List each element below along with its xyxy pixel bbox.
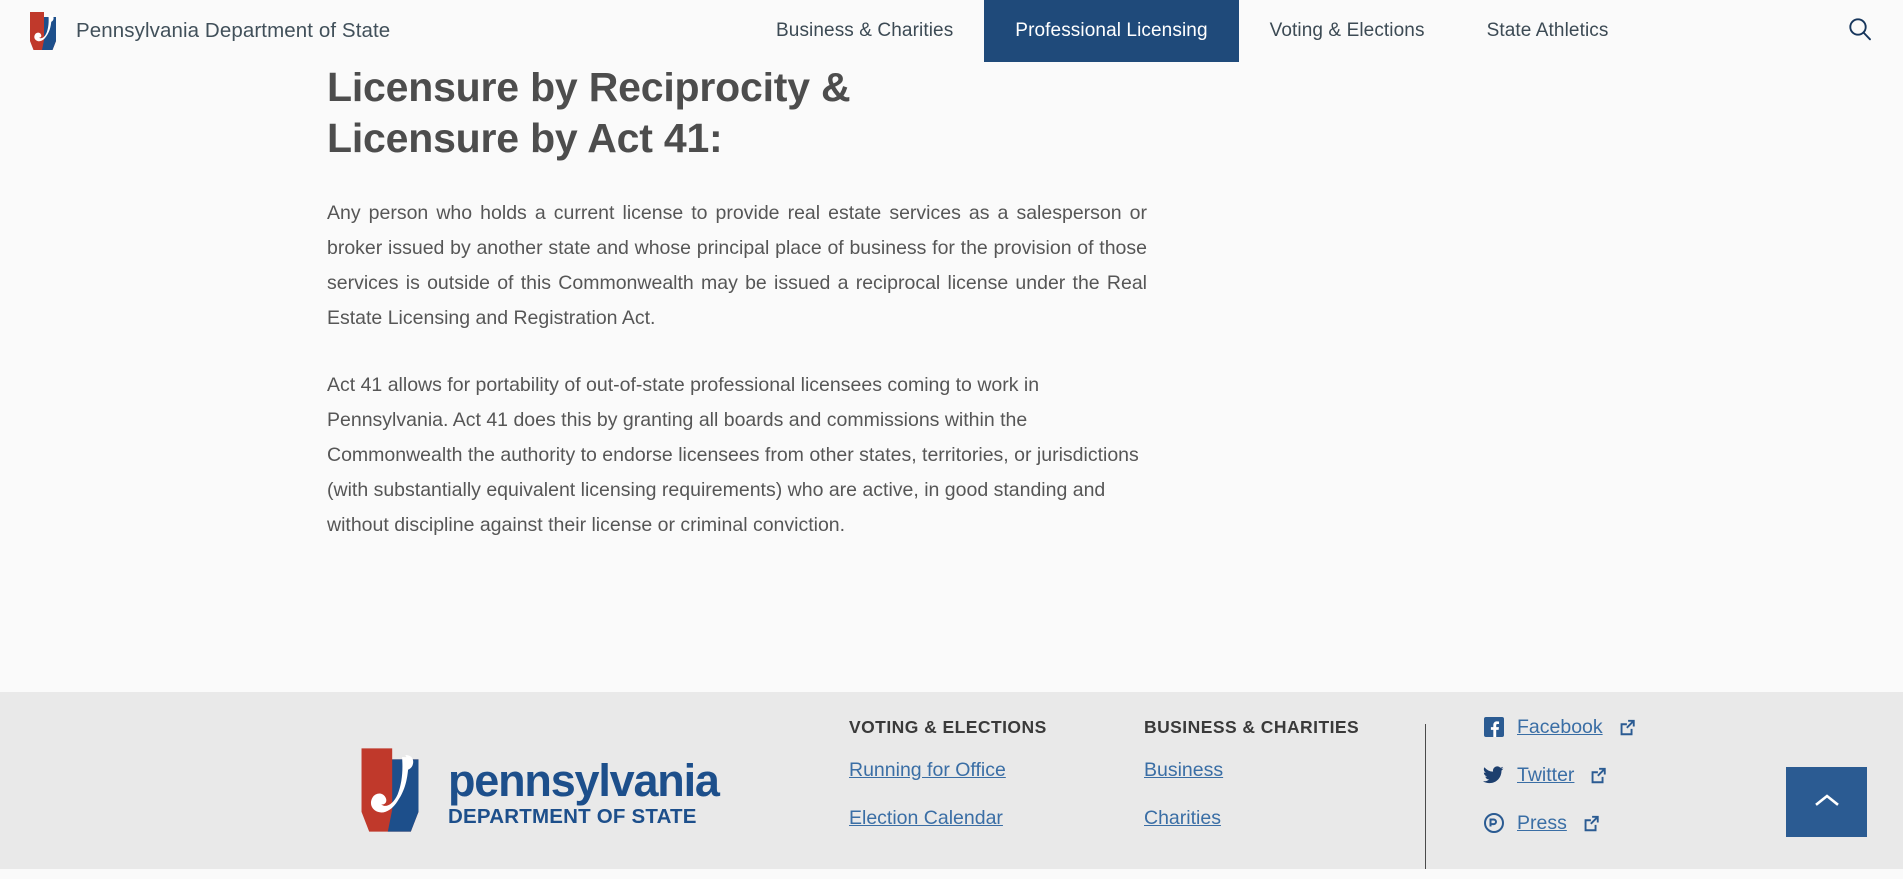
external-link-icon	[1590, 767, 1607, 784]
nav-item-professional-licensing[interactable]: Professional Licensing	[984, 0, 1239, 62]
footer-social-links: Facebook Twitter Press	[1483, 714, 1813, 858]
footer-column-business-charities: BUSINESS & CHARITIES Business Charities	[1144, 717, 1384, 854]
footer-wordmark: pennsylvania DEPARTMENT OF STATE	[448, 752, 720, 829]
pa-keystone-icon	[348, 744, 432, 836]
footer-logo[interactable]: pennsylvania DEPARTMENT OF STATE	[348, 744, 720, 836]
chevron-up-icon	[1814, 793, 1840, 812]
pa-keystone-icon	[24, 10, 62, 52]
brand-home-link[interactable]: Pennsylvania Department of State	[0, 0, 390, 62]
footer-link-business[interactable]: Business	[1144, 758, 1384, 782]
footer-wordmark-sub: DEPARTMENT OF STATE	[448, 804, 697, 828]
site-header: Pennsylvania Department of State Busines…	[0, 0, 1903, 72]
social-link-twitter[interactable]: Twitter	[1483, 762, 1813, 788]
back-to-top-button[interactable]	[1786, 767, 1867, 837]
nav-item-business-charities[interactable]: Business & Charities	[745, 0, 984, 62]
footer-vertical-divider	[1425, 724, 1426, 869]
article-paragraph-1: Any person who holds a current license t…	[327, 202, 1147, 329]
facebook-icon	[1483, 717, 1504, 738]
brand-title: Pennsylvania Department of State	[76, 19, 391, 42]
external-link-icon	[1583, 815, 1600, 832]
footer-wordmark-main: pennsylvania	[448, 754, 720, 806]
twitter-icon	[1483, 765, 1504, 786]
footer-link-charities[interactable]: Charities	[1144, 806, 1384, 830]
social-link-label: Press	[1517, 811, 1567, 834]
footer-link-running-for-office[interactable]: Running for Office	[849, 758, 1089, 782]
page-title: Licensure by Reciprocity & Licensure by …	[327, 64, 851, 161]
external-link-icon	[1619, 719, 1636, 736]
social-link-label: Facebook	[1517, 715, 1603, 738]
press-icon	[1483, 813, 1504, 834]
site-footer: pennsylvania DEPARTMENT OF STATE VOTING …	[0, 692, 1903, 869]
footer-link-election-calendar[interactable]: Election Calendar	[849, 806, 1089, 830]
nav-item-state-athletics[interactable]: State Athletics	[1456, 0, 1640, 62]
search-button[interactable]	[1843, 13, 1877, 47]
search-icon	[1847, 16, 1873, 45]
article: Licensure by Reciprocity & Licensure by …	[327, 62, 1147, 543]
footer-column-heading: BUSINESS & CHARITIES	[1144, 717, 1360, 737]
main-content: Licensure by Reciprocity & Licensure by …	[0, 62, 1903, 692]
social-link-press[interactable]: Press	[1483, 810, 1813, 836]
footer-column-heading: VOTING & ELECTIONS	[849, 717, 1047, 737]
article-paragraph-2: Act 41 allows for portability of out-of-…	[327, 374, 1139, 536]
main-navigation: Business & Charities Professional Licens…	[745, 0, 1639, 62]
social-link-facebook[interactable]: Facebook	[1483, 714, 1813, 740]
nav-item-voting-elections[interactable]: Voting & Elections	[1239, 0, 1456, 62]
social-link-label: Twitter	[1517, 763, 1575, 786]
footer-column-voting-elections: VOTING & ELECTIONS Running for Office El…	[849, 717, 1089, 854]
